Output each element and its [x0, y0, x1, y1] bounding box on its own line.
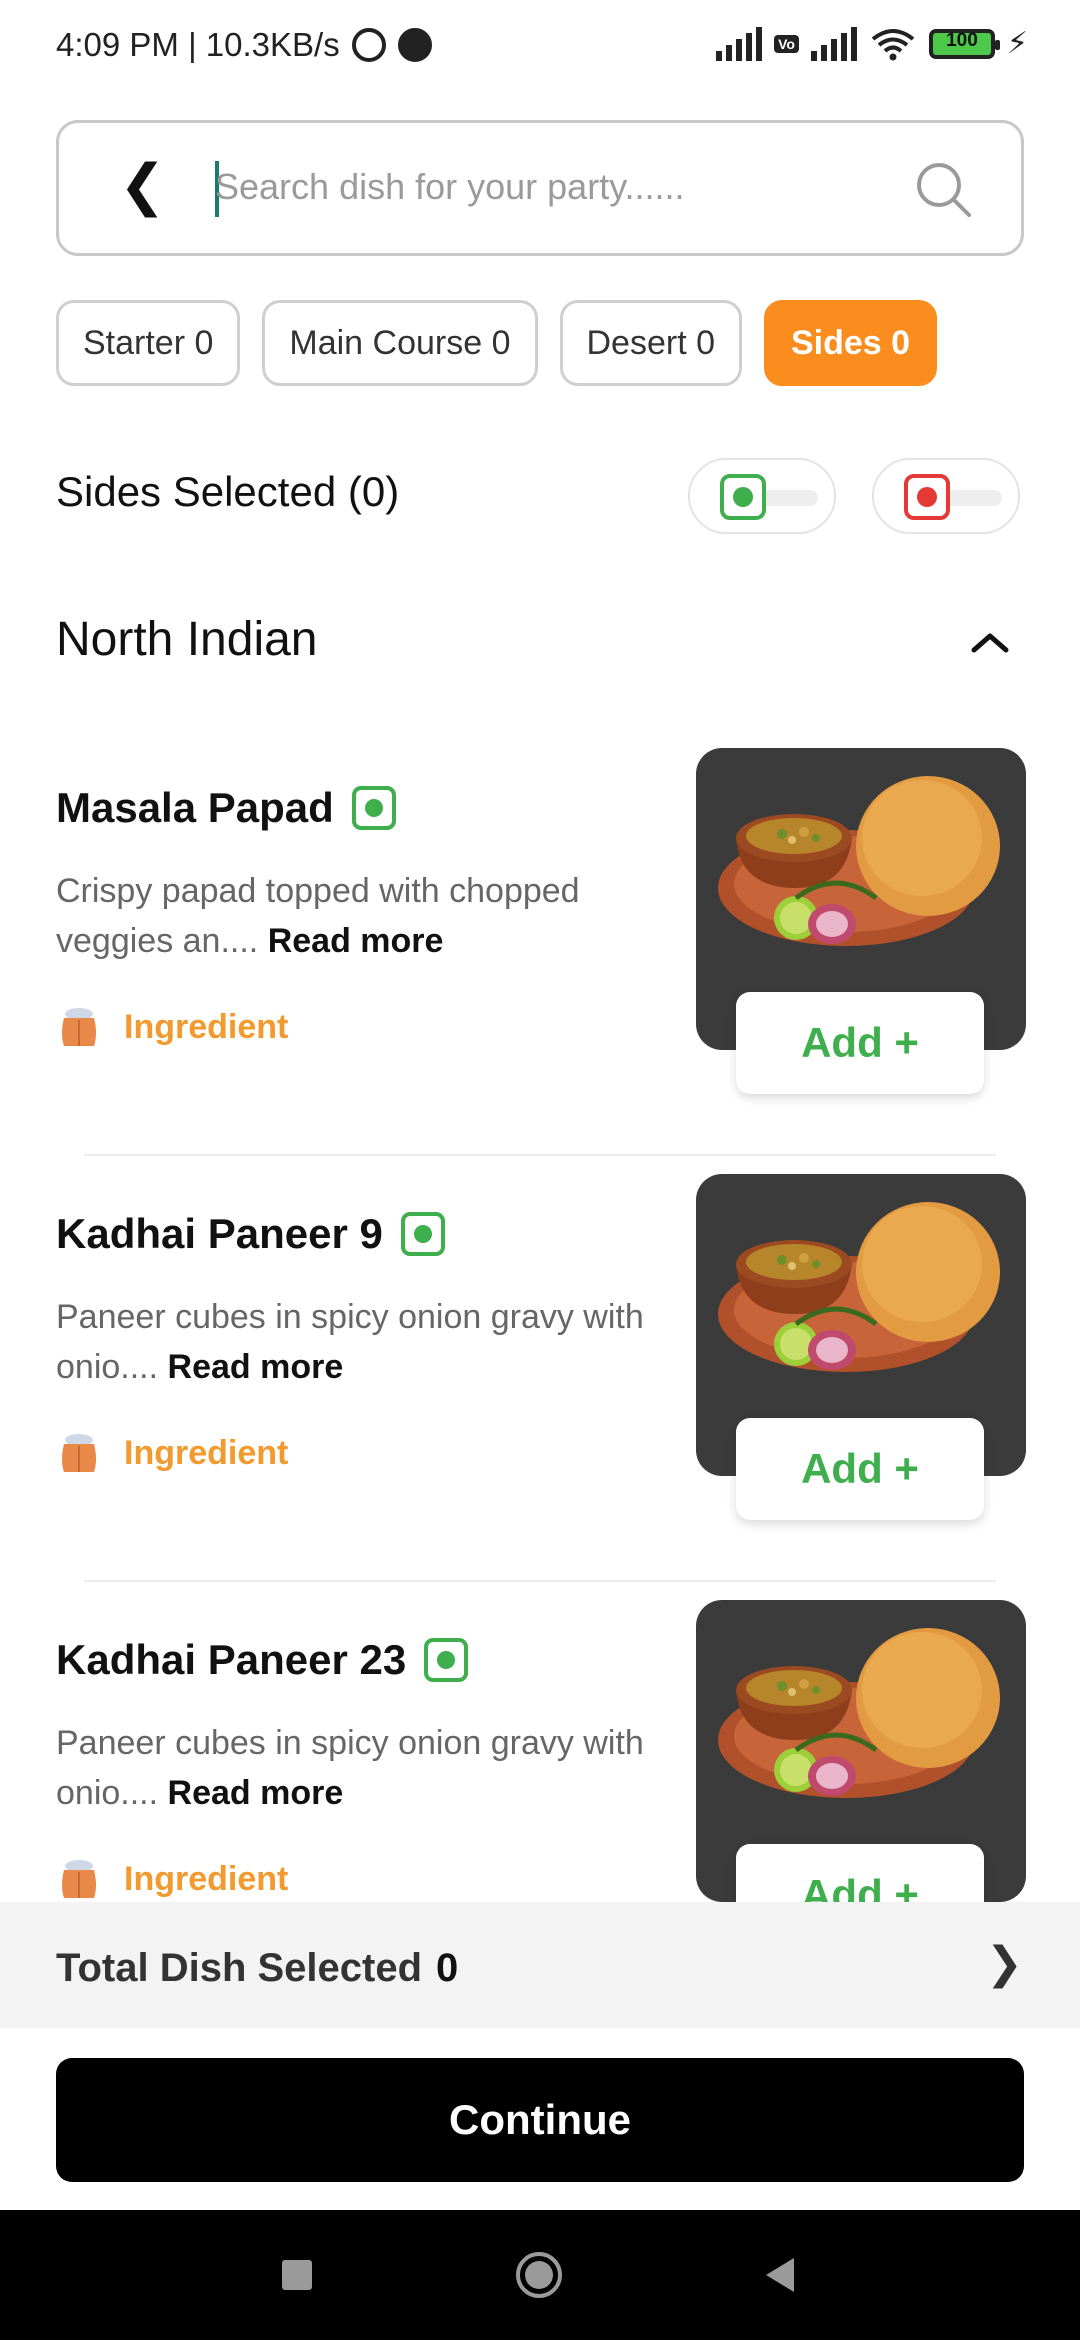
- search-icon[interactable]: [913, 159, 975, 221]
- back-chevron-icon[interactable]: ❮: [119, 153, 166, 217]
- summary-count: 0: [436, 1946, 459, 1990]
- dish-name: Kadhai Paneer 9: [56, 1210, 383, 1257]
- ingredient-label: Ingredient: [124, 1433, 289, 1472]
- dish-name-row: Masala Papad: [56, 784, 396, 832]
- dish-description-text: Paneer cubes in spicy onion gravy with o…: [56, 1724, 644, 1812]
- battery-icon: 100: [928, 28, 1000, 59]
- app-screen: 4:09 PM | 10.3KB/s Vo 100 ⚡ ❮ Search dis…: [0, 0, 1080, 2340]
- section-title: North Indian: [56, 613, 318, 666]
- ingredient-link[interactable]: Ingredient: [56, 1856, 288, 1902]
- veg-icon: [720, 474, 766, 520]
- ingredient-sack-icon: [62, 1434, 96, 1472]
- dish-item: Kadhai Paneer 23 Paneer cubes in spicy o…: [0, 1582, 1080, 1902]
- category-tabs: Starter 0 Main Course 0 Desert 0 Sides 0: [56, 300, 938, 386]
- dish-name-row: Kadhai Paneer 9: [56, 1210, 445, 1258]
- dish-description: Paneer cubes in spicy onion gravy with o…: [56, 1292, 656, 1392]
- dish-name: Kadhai Paneer 23: [56, 1636, 407, 1683]
- ingredient-label: Ingredient: [124, 1007, 289, 1046]
- read-more-link[interactable]: Read more: [268, 922, 444, 960]
- dish-item: Masala Papad Crispy papad topped with ch…: [0, 730, 1080, 1156]
- ingredient-sack-icon: [62, 1008, 96, 1046]
- app-notification-icon: [398, 28, 432, 62]
- read-more-link[interactable]: Read more: [168, 1348, 344, 1386]
- veg-icon: [351, 786, 396, 830]
- dish-list: Masala Papad Crispy papad topped with ch…: [0, 730, 1080, 1902]
- dish-description-text: Paneer cubes in spicy onion gravy with o…: [56, 1298, 644, 1386]
- ingredient-link[interactable]: Ingredient: [56, 1430, 288, 1476]
- total-dish-summary[interactable]: Total Dish Selected 0 ❯: [0, 1902, 1080, 2028]
- veg-icon: [400, 1212, 445, 1256]
- dish-name-row: Kadhai Paneer 23: [56, 1636, 469, 1684]
- chevron-up-icon[interactable]: [968, 620, 1012, 664]
- tab-desert[interactable]: Desert 0: [559, 300, 742, 386]
- system-nav-bar: [0, 2210, 1080, 2340]
- battery-level: 100: [946, 29, 978, 51]
- add-button[interactable]: Add +: [736, 992, 984, 1094]
- search-bar: ❮: [56, 120, 1024, 256]
- add-button[interactable]: Add +: [736, 1418, 984, 1520]
- chevron-right-icon: ❯: [986, 1939, 1023, 1988]
- status-time-speed: 4:09 PM | 10.3KB/s: [56, 26, 340, 63]
- ingredient-sack-icon: [62, 1860, 96, 1898]
- tab-starter[interactable]: Starter 0: [56, 300, 241, 386]
- status-bar: 4:09 PM | 10.3KB/s Vo 100 ⚡: [0, 0, 1080, 96]
- wifi-icon: [871, 28, 915, 60]
- veg-icon: [424, 1638, 469, 1682]
- dish-name: Masala Papad: [56, 784, 334, 831]
- signal-4g-icon: [810, 26, 857, 61]
- add-button[interactable]: Add +: [736, 1844, 984, 1902]
- status-app-icons: [352, 28, 432, 62]
- search-input[interactable]: [215, 155, 855, 219]
- whatsapp-icon: [352, 28, 386, 62]
- signal-icon: [716, 26, 763, 61]
- read-more-link[interactable]: Read more: [168, 1774, 344, 1812]
- tab-sides[interactable]: Sides 0: [764, 300, 938, 386]
- nonveg-filter-toggle[interactable]: [872, 458, 1020, 534]
- recents-icon[interactable]: [272, 2250, 322, 2300]
- status-right: Vo 100 ⚡: [716, 26, 1028, 61]
- dish-description: Crispy papad topped with chopped veggies…: [56, 866, 656, 966]
- home-icon[interactable]: [514, 2250, 564, 2300]
- ingredient-label: Ingredient: [124, 1859, 289, 1898]
- ingredient-link[interactable]: Ingredient: [56, 1004, 288, 1050]
- continue-button[interactable]: Continue: [56, 2058, 1024, 2182]
- dish-description: Paneer cubes in spicy onion gravy with o…: [56, 1718, 656, 1818]
- sides-selected-label: Sides Selected (0): [56, 468, 400, 515]
- veg-filter-toggle[interactable]: [688, 458, 836, 534]
- dish-item: Kadhai Paneer 9 Paneer cubes in spicy on…: [0, 1156, 1080, 1582]
- summary-label: Total Dish Selected: [56, 1946, 423, 1990]
- nonveg-icon: [904, 474, 950, 520]
- tab-main-course[interactable]: Main Course 0: [262, 300, 538, 386]
- volte-icon: Vo: [774, 34, 799, 53]
- back-icon[interactable]: [756, 2250, 806, 2300]
- charging-icon: ⚡: [1006, 27, 1028, 60]
